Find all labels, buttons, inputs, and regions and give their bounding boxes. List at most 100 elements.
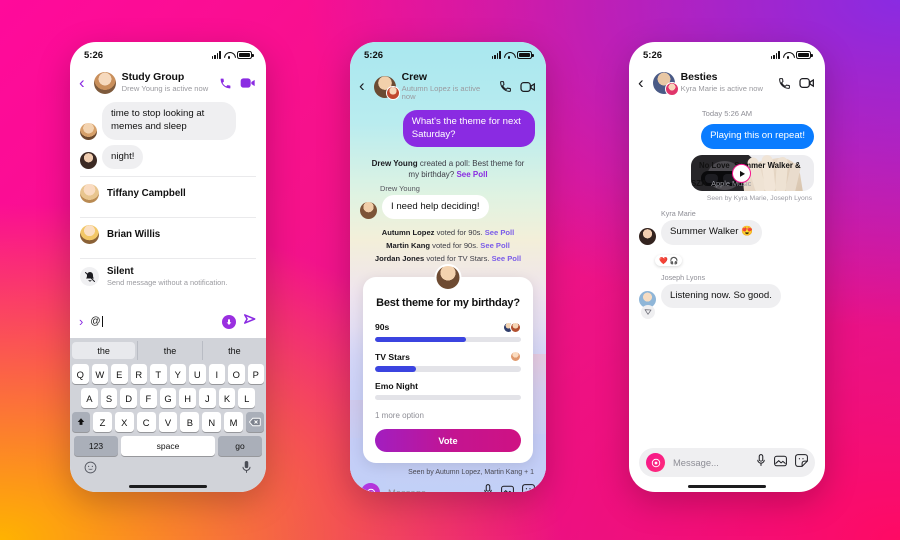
phone-call-icon[interactable]: [499, 80, 512, 93]
shift-icon[interactable]: [72, 412, 90, 432]
music-share-card[interactable]: No Love Summer Walker & SZA Apple Music: [691, 154, 814, 191]
key-v[interactable]: V: [158, 412, 178, 432]
key-g[interactable]: G: [159, 388, 177, 408]
reaction-pill[interactable]: ❤️ 🎧: [655, 255, 683, 266]
mention-name: Tiffany Campbell: [107, 188, 186, 200]
avatar[interactable]: [652, 72, 679, 96]
key-x[interactable]: X: [114, 412, 134, 432]
vote-text: voted for 90s.: [434, 228, 485, 238]
battery-icon: [796, 51, 813, 59]
key-i[interactable]: I: [208, 364, 225, 384]
message-input[interactable]: @: [90, 313, 215, 330]
numeric-key[interactable]: 123: [74, 436, 118, 456]
avatar[interactable]: [360, 202, 377, 220]
poll-option-tv-stars[interactable]: TV Stars: [375, 351, 521, 372]
poll-option-emo-night[interactable]: Emo Night: [375, 381, 521, 401]
key-s[interactable]: S: [100, 388, 118, 408]
page-title: Crew: [401, 71, 427, 83]
mention-name: Silent: [107, 266, 134, 278]
key-f[interactable]: F: [140, 388, 157, 408]
see-poll-link[interactable]: See Poll: [456, 170, 487, 179]
chat-header: ‹ Besties Kyra Marie is active now: [629, 68, 825, 102]
message-bubble: night!: [102, 144, 144, 170]
key-z[interactable]: Z: [93, 412, 112, 432]
avatar[interactable]: [80, 152, 97, 170]
key-b[interactable]: B: [180, 412, 200, 432]
avatar[interactable]: [93, 72, 116, 94]
phone-call-icon[interactable]: [219, 77, 232, 90]
vote-actor: Martin Kang: [386, 241, 431, 251]
camera-icon[interactable]: [361, 483, 380, 492]
chevron-right-icon[interactable]: ›: [79, 315, 83, 328]
backspace-icon[interactable]: [246, 412, 265, 432]
presence-status: Autumn Lopez is active now: [401, 83, 481, 102]
key-u[interactable]: U: [189, 364, 206, 384]
key-p[interactable]: P: [247, 364, 264, 384]
poll-option-90s[interactable]: 90s: [375, 321, 521, 343]
see-poll-link[interactable]: See Poll: [480, 241, 510, 250]
see-poll-link[interactable]: See Poll: [485, 228, 515, 237]
mention-suggestion-tiffany[interactable]: Tiffany Campbell: [70, 177, 266, 210]
key-t[interactable]: T: [150, 364, 167, 384]
key-r[interactable]: R: [130, 364, 147, 384]
message-effect-icon[interactable]: [222, 314, 236, 329]
keyboard-row-3: Z X C V B N M: [72, 412, 265, 432]
key-j[interactable]: J: [199, 388, 216, 408]
mention-suggestion-silent[interactable]: Silent Send message without a notificati…: [70, 259, 266, 294]
key-a[interactable]: A: [80, 388, 98, 408]
back-icon[interactable]: ‹: [636, 74, 647, 93]
sticker-icon[interactable]: [795, 453, 808, 472]
message-input[interactable]: Message...: [673, 457, 748, 468]
key-q[interactable]: Q: [72, 364, 89, 384]
video-camera-icon[interactable]: [799, 77, 815, 89]
key-d[interactable]: D: [120, 388, 137, 408]
video-camera-icon[interactable]: [520, 81, 536, 93]
key-y[interactable]: Y: [169, 364, 186, 384]
space-key[interactable]: space: [121, 436, 215, 456]
camera-icon[interactable]: [646, 453, 665, 472]
key-l[interactable]: L: [238, 388, 256, 408]
key-o[interactable]: O: [228, 364, 245, 384]
message-input[interactable]: Message...: [388, 487, 475, 492]
avatar: [80, 184, 99, 204]
emoji-face-icon[interactable]: [84, 461, 97, 479]
key-h[interactable]: H: [179, 388, 197, 408]
back-icon[interactable]: ‹: [77, 74, 88, 93]
see-poll-link[interactable]: See Poll: [492, 254, 522, 263]
status-bar: 5:26: [70, 42, 266, 68]
key-c[interactable]: C: [136, 412, 156, 432]
image-icon[interactable]: [501, 484, 514, 492]
prediction-2[interactable]: the: [201, 341, 266, 360]
key-w[interactable]: W: [91, 364, 108, 384]
key-e[interactable]: E: [111, 364, 128, 384]
image-icon[interactable]: [774, 454, 787, 472]
avatar[interactable]: [373, 75, 400, 100]
play-icon[interactable]: [732, 164, 752, 184]
key-n[interactable]: N: [202, 412, 222, 432]
sticker-icon[interactable]: [522, 483, 535, 492]
poll-option-voters: [503, 321, 521, 333]
mention-suggestion-brian[interactable]: Brian Willis: [70, 218, 266, 251]
keyboard-bottom-row: 123 space go: [72, 436, 264, 459]
key-m[interactable]: M: [224, 412, 244, 432]
seen-by-label: Seen by Autumn Lopez, Martin Kang + 1: [408, 469, 534, 477]
phone-call-icon[interactable]: [778, 77, 791, 90]
prediction-1[interactable]: the: [137, 341, 201, 360]
microphone-icon[interactable]: [483, 483, 493, 492]
video-camera-icon[interactable]: [240, 77, 256, 89]
prediction-bar: the the the: [70, 341, 266, 360]
composer: › @: [70, 306, 266, 338]
vote-button[interactable]: Vote: [375, 429, 521, 453]
poll-option-label: Emo Night: [375, 380, 418, 391]
microphone-icon[interactable]: [756, 453, 766, 472]
prediction-0[interactable]: the: [72, 342, 136, 359]
key-k[interactable]: K: [218, 388, 236, 408]
poll-more-options[interactable]: 1 more option: [375, 409, 521, 429]
go-key[interactable]: go: [218, 436, 262, 456]
reply-arrow-icon[interactable]: [641, 305, 655, 319]
avatar[interactable]: [639, 227, 656, 245]
back-icon[interactable]: ‹: [357, 77, 368, 96]
send-arrow-icon[interactable]: [243, 312, 257, 331]
microphone-icon[interactable]: [241, 460, 252, 479]
avatar[interactable]: [80, 122, 97, 140]
